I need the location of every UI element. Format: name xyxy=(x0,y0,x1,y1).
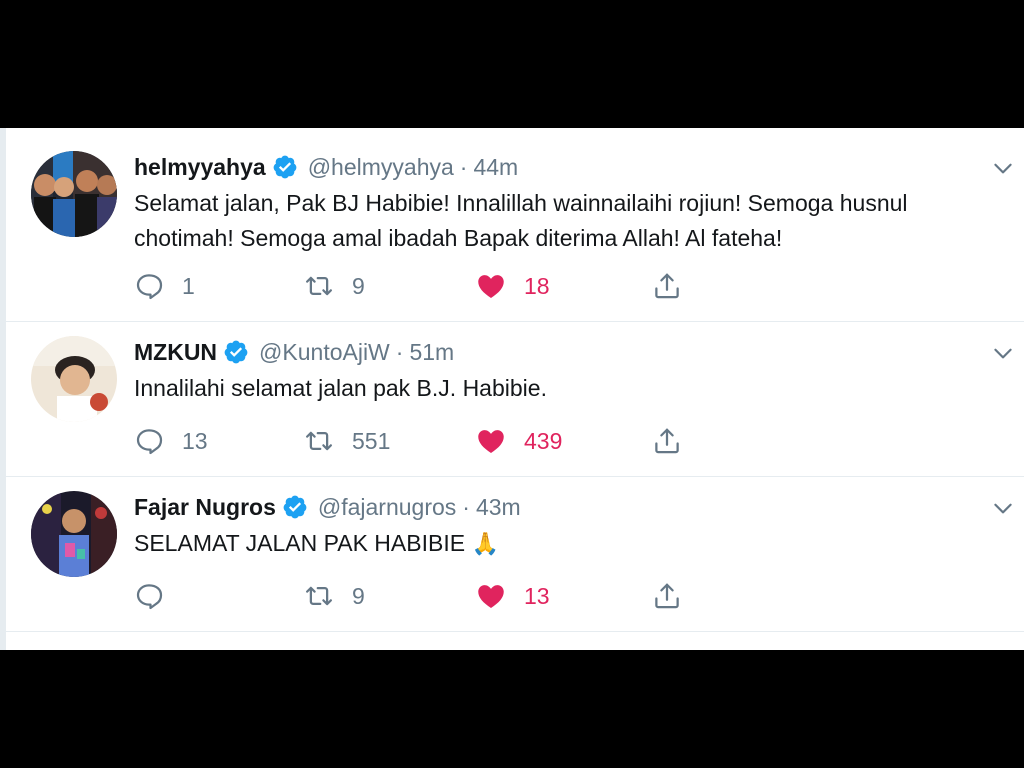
reply-button[interactable]: 13 xyxy=(134,424,208,458)
verified-badge-icon xyxy=(282,494,308,520)
like-button[interactable]: 13 xyxy=(476,579,550,613)
verified-badge-icon xyxy=(272,154,298,180)
heart-icon xyxy=(476,271,506,301)
heart-icon xyxy=(476,426,506,456)
timeline: helmyyahya @helmyyahya · 44m Selamat jal… xyxy=(0,128,1024,650)
tweet-1[interactable]: helmyyahya @helmyyahya · 44m Selamat jal… xyxy=(6,128,1024,322)
share-button[interactable] xyxy=(652,579,682,613)
tweet-header: helmyyahya @helmyyahya · 44m xyxy=(134,152,518,182)
reply-icon xyxy=(134,271,164,301)
share-icon xyxy=(652,426,682,456)
share-button[interactable] xyxy=(652,269,682,303)
tweet-text: SELAMAT JALAN PAK HABIBIE 🙏 xyxy=(134,526,1004,561)
display-name[interactable]: helmyyahya xyxy=(134,154,266,181)
chevron-down-icon[interactable] xyxy=(990,340,1016,366)
like-count: 18 xyxy=(524,272,550,299)
like-count: 13 xyxy=(524,582,550,609)
share-button[interactable] xyxy=(652,424,682,458)
tweet-actions: 13 551 439 xyxy=(134,424,694,458)
retweet-button[interactable]: 9 xyxy=(304,269,365,303)
tweet-header: MZKUN @KuntoAjiW · 51m xyxy=(134,337,454,367)
avatar[interactable] xyxy=(31,151,117,237)
folded-hands-emoji: 🙏 xyxy=(471,531,499,556)
retweet-icon xyxy=(304,271,334,301)
verified-badge-icon xyxy=(223,339,249,365)
tweet-text: Innalilahi selamat jalan pak B.J. Habibi… xyxy=(134,375,547,401)
user-handle[interactable]: @fajarnugros xyxy=(318,494,456,521)
tweet-2[interactable]: MZKUN @KuntoAjiW · 51m Innalilahi selama… xyxy=(6,321,1024,477)
tweet-actions: 1 9 18 xyxy=(134,269,694,303)
retweet-icon xyxy=(304,581,334,611)
avatar[interactable] xyxy=(31,336,117,422)
reply-count: 1 xyxy=(182,272,195,299)
separator-dot: · xyxy=(462,493,470,520)
tweet-text: Selamat jalan, Pak BJ Habibie! Innalilla… xyxy=(134,190,908,251)
tweet-actions: 9 13 xyxy=(134,579,694,613)
retweet-count: 551 xyxy=(352,427,391,454)
timestamp[interactable]: 51m xyxy=(409,339,454,366)
reply-count: 13 xyxy=(182,427,208,454)
reply-icon xyxy=(134,581,164,611)
tweet-3[interactable]: Fajar Nugros @fajarnugros · 43m SELAMAT … xyxy=(6,476,1024,632)
display-name[interactable]: MZKUN xyxy=(134,339,217,366)
retweet-icon xyxy=(304,426,334,456)
heart-icon xyxy=(476,581,506,611)
timestamp[interactable]: 43m xyxy=(476,494,521,521)
retweet-button[interactable]: 9 xyxy=(304,579,365,613)
like-count: 439 xyxy=(524,427,563,454)
tweet-text-content: SELAMAT JALAN PAK HABIBIE xyxy=(134,530,466,556)
retweet-count: 9 xyxy=(352,272,365,299)
user-handle[interactable]: @KuntoAjiW xyxy=(259,339,390,366)
reply-button[interactable] xyxy=(134,579,182,613)
reply-button[interactable]: 1 xyxy=(134,269,195,303)
timestamp[interactable]: 44m xyxy=(473,154,518,181)
chevron-down-icon[interactable] xyxy=(990,155,1016,181)
separator-dot: · xyxy=(459,153,468,180)
avatar[interactable] xyxy=(31,491,117,577)
retweet-button[interactable]: 551 xyxy=(304,424,390,458)
tweet-header: Fajar Nugros @fajarnugros · 43m xyxy=(134,492,521,522)
share-icon xyxy=(652,581,682,611)
user-handle[interactable]: @helmyyahya xyxy=(308,154,454,181)
retweet-count: 9 xyxy=(352,582,365,609)
separator-dot: · xyxy=(395,338,404,365)
chevron-down-icon[interactable] xyxy=(990,495,1016,521)
like-button[interactable]: 439 xyxy=(476,424,562,458)
display-name[interactable]: Fajar Nugros xyxy=(134,494,276,521)
like-button[interactable]: 18 xyxy=(476,269,550,303)
reply-icon xyxy=(134,426,164,456)
share-icon xyxy=(652,271,682,301)
